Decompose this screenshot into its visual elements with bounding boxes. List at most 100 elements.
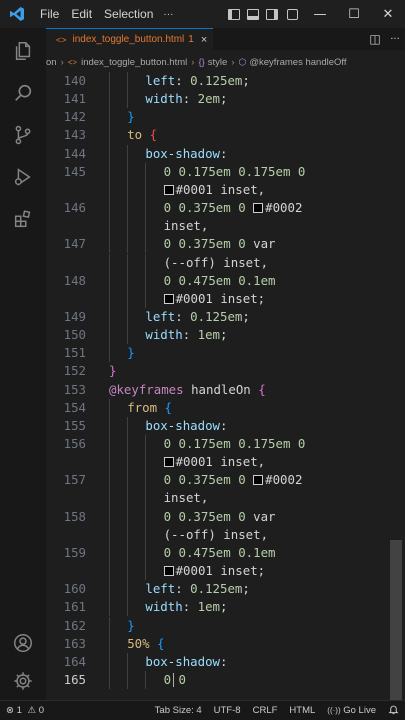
extensions-icon[interactable] [0, 198, 46, 240]
code-line[interactable]: 165 0 0 [46, 670, 405, 690]
code-line[interactable]: 142} [46, 108, 405, 127]
code-token: #0001 inset, [175, 181, 266, 197]
breadcrumb-style[interactable]: style [208, 57, 228, 68]
tab-close-icon[interactable]: × [201, 34, 207, 46]
source-control-icon[interactable] [0, 114, 46, 156]
code-line[interactable]: 145 0 0.175em 0.175em 0 [46, 162, 405, 181]
tab-size-status[interactable]: Tab Size: 4 [149, 705, 208, 716]
code-line[interactable]: 143 to { [46, 126, 405, 145]
code-editor[interactable]: 140 left: 0.125em; 141 width: 2em; 142} 143 to… [46, 72, 405, 700]
code-line[interactable]: 148 0 0.475em 0.1em [46, 271, 405, 290]
code-text: 0 0.475em 0.1em [164, 544, 276, 562]
manage-gear-icon[interactable] [0, 660, 46, 702]
code-line[interactable]: 144 box-shadow: [46, 144, 405, 163]
indent-guide [145, 217, 147, 236]
notifications-bell-icon[interactable] [382, 704, 405, 718]
close-window-button[interactable]: ✕ [371, 0, 405, 28]
indent-guide [109, 616, 110, 635]
code-line[interactable]: 150 width: 1em; [46, 326, 405, 345]
code-token: handleOn [183, 381, 259, 397]
code-token: : [220, 417, 228, 433]
color-swatch[interactable] [163, 457, 174, 468]
search-icon[interactable] [0, 72, 46, 114]
accounts-icon[interactable] [0, 622, 46, 664]
breadcrumb-separator: › [191, 56, 195, 68]
go-live-icon: ((·)) [327, 706, 341, 715]
run-debug-icon[interactable] [0, 156, 46, 198]
code-token: { [149, 127, 158, 143]
code-line[interactable]: 153 @keyframes handleOn { [46, 381, 405, 399]
code-line[interactable]: 155 box-shadow: [46, 416, 405, 435]
color-swatch[interactable] [163, 566, 174, 577]
toggle-primary-sidebar-icon[interactable] [224, 0, 243, 28]
split-editor-icon[interactable]: ◫ [365, 32, 385, 46]
code-line[interactable]: 164 box-shadow: [46, 652, 405, 671]
code-line[interactable]: 161 width: 1em; [46, 598, 405, 617]
toggle-secondary-sidebar-icon[interactable] [262, 0, 281, 28]
editor-tab-index-toggle-button[interactable]: <> index_toggle_button.html 1 × [46, 28, 214, 50]
code-line[interactable]: 146 0 0.375em 0 #0002 [46, 199, 405, 218]
menu-more-button[interactable]: ··· [159, 9, 177, 20]
code-line[interactable]: #0001 inset; [46, 562, 405, 581]
maximize-button[interactable]: ☐ [337, 0, 371, 28]
minimize-button[interactable]: — [303, 0, 337, 28]
code-token: 0 0.175em 0.175em 0 [163, 436, 306, 451]
color-swatch[interactable] [163, 293, 174, 304]
color-swatch[interactable] [163, 184, 174, 195]
indent-guide [145, 525, 147, 544]
code-line[interactable]: #0001 inset, [46, 180, 405, 200]
code-token: 2em [197, 91, 221, 107]
code-line[interactable]: 141 width: 2em; [46, 90, 405, 109]
more-actions-icon[interactable]: ··· [385, 34, 405, 45]
explorer-icon[interactable] [0, 30, 46, 72]
code-line[interactable]: 152} [46, 362, 405, 380]
code-line[interactable]: 140 left: 0.125em; [46, 72, 405, 91]
code-line[interactable]: 147 0 0.375em 0 var [46, 235, 405, 254]
code-line[interactable]: 157 0 0.375em 0 #0002 [46, 471, 405, 490]
breadcrumb-folder[interactable]: on [46, 57, 57, 68]
code-token: width [145, 91, 183, 107]
color-swatch[interactable] [253, 203, 264, 214]
code-line[interactable]: 162} [46, 616, 405, 635]
error-icon: ⊗ [6, 705, 14, 716]
code-line[interactable]: inset, [46, 489, 405, 508]
menu-selection[interactable]: Selection [98, 7, 159, 21]
menu-file[interactable]: File [34, 7, 65, 21]
code-line[interactable]: #0001 inset; [46, 289, 405, 308]
code-token: to [127, 127, 143, 143]
code-line[interactable]: 154 from { [46, 398, 405, 417]
code-line[interactable]: 158 0 0.375em 0 var [46, 507, 405, 526]
code-line[interactable]: #0001 inset, [46, 453, 405, 472]
color-swatch[interactable] [253, 475, 264, 486]
customize-layout-icon[interactable] [281, 0, 303, 28]
breadcrumb-keyframes[interactable]: @keyframes handleOff [249, 57, 346, 68]
problems-status[interactable]: ⊗ 1 ⚠ 0 [0, 705, 50, 716]
code-line[interactable]: 163 50% { [46, 634, 405, 653]
toggle-panel-icon[interactable] [243, 0, 262, 28]
menu-edit[interactable]: Edit [65, 7, 98, 21]
code-line[interactable]: 149 left: 0.125em; [46, 307, 405, 327]
eol-status[interactable]: CRLF [247, 705, 284, 716]
breadcrumb-file[interactable]: index_toggle_button.html [81, 57, 187, 68]
code-line[interactable]: inset, [46, 217, 405, 236]
language-mode-status[interactable]: HTML [283, 705, 321, 716]
encoding-status[interactable]: UTF-8 [208, 705, 247, 716]
indent-guide [145, 489, 147, 508]
vscode-logo-icon [0, 0, 34, 28]
indent-guide [109, 435, 110, 454]
go-live-button[interactable]: ((·)) Go Live [321, 705, 382, 716]
code-line[interactable]: 156 0 0.175em 0.175em 0 [46, 435, 405, 454]
line-number: 151 [63, 345, 86, 361]
indent-guide [127, 235, 129, 254]
code-line[interactable]: (--off) inset, [46, 253, 405, 272]
code-line[interactable]: (--off) inset, [46, 525, 405, 544]
code-line[interactable]: 151} [46, 344, 405, 363]
code-line[interactable]: 160 left: 0.125em; [46, 580, 405, 599]
line-number: 154 [63, 399, 86, 415]
indent-guide [145, 670, 147, 690]
code-token: box-shadow [145, 417, 220, 433]
title-bar: File Edit Selection ··· — ☐ ✕ [0, 0, 405, 28]
code-text: from { [127, 399, 172, 417]
indent-guide [109, 489, 110, 508]
code-line[interactable]: 159 0 0.475em 0.1em [46, 543, 405, 563]
